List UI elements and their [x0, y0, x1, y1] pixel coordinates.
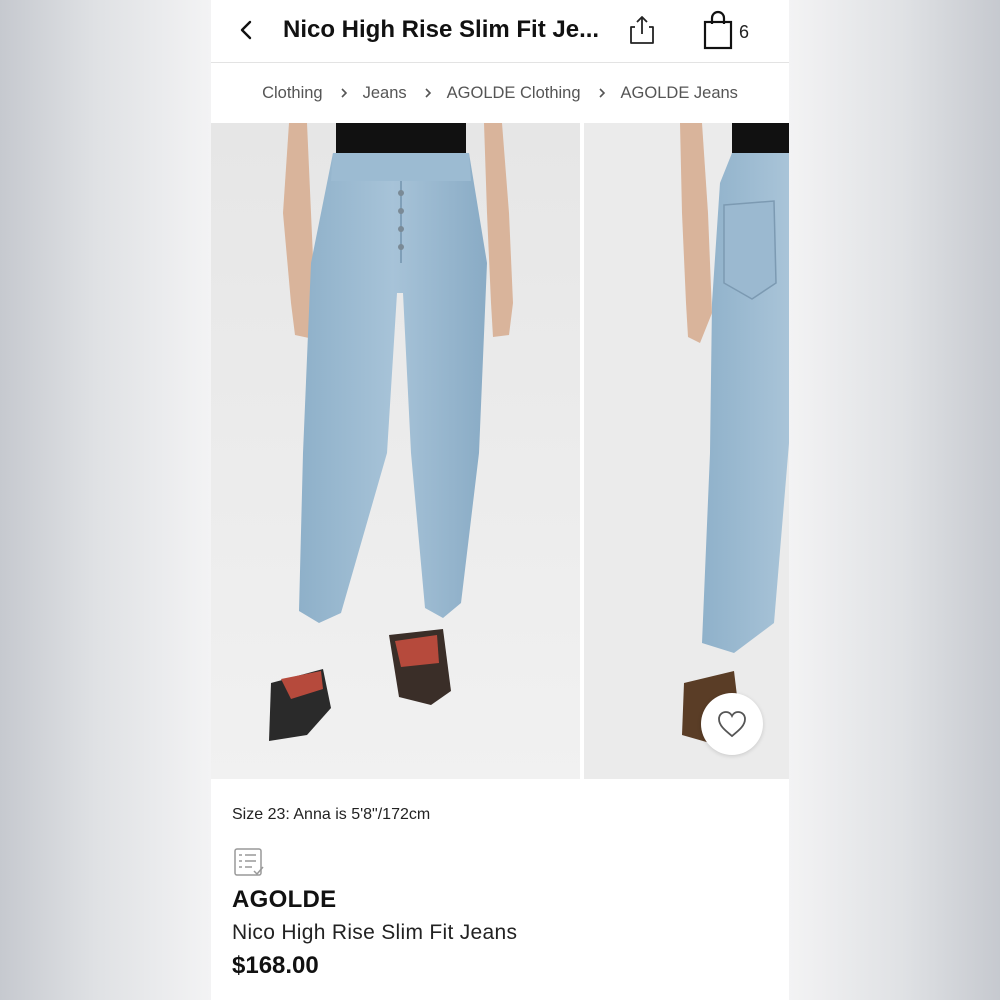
breadcrumb-item-clothing[interactable]: Clothing [262, 84, 323, 103]
top-bar: Nico High Rise Slim Fit Je... 6 [211, 0, 789, 62]
product-screen: Nico High Rise Slim Fit Je... 6 Clothing… [211, 0, 789, 1000]
back-button[interactable] [231, 12, 261, 48]
jeans-back-illustration [584, 123, 789, 779]
chevron-left-icon [240, 20, 252, 40]
favorite-button[interactable] [701, 693, 763, 755]
cart-button[interactable] [701, 10, 735, 50]
breadcrumb-item-agolde-jeans[interactable]: AGOLDE Jeans [621, 84, 738, 103]
model-size-note: Size 23: Anna is 5'8"/172cm [232, 806, 431, 823]
breadcrumb: Clothing Jeans AGOLDE Clothing AGOLDE Je… [211, 63, 789, 123]
backdrop-left [0, 0, 211, 1000]
share-icon [630, 16, 654, 44]
size-guide-button[interactable] [232, 846, 266, 880]
product-image-gallery[interactable] [211, 123, 789, 779]
cart-count-badge: 6 [739, 22, 750, 42]
page-title: Nico High Rise Slim Fit Je... [283, 16, 600, 43]
jeans-front-illustration [211, 123, 580, 779]
chevron-right-icon [598, 88, 605, 98]
product-brand[interactable]: AGOLDE [232, 886, 336, 914]
chevron-right-icon [425, 88, 431, 98]
product-name: Nico High Rise Slim Fit Jeans [232, 921, 518, 944]
size-guide-icon [234, 848, 264, 876]
chevron-right-icon [341, 88, 347, 98]
heart-icon [718, 711, 746, 738]
product-photo-back[interactable] [584, 123, 789, 779]
shopping-bag-icon [703, 10, 733, 50]
breadcrumb-item-agolde-clothing[interactable]: AGOLDE Clothing [447, 84, 581, 103]
product-price: $168.00 [232, 952, 319, 979]
backdrop-right [789, 0, 1000, 1000]
breadcrumb-item-jeans[interactable]: Jeans [363, 84, 407, 103]
share-button[interactable] [627, 12, 657, 48]
product-photo-front[interactable] [211, 123, 580, 779]
